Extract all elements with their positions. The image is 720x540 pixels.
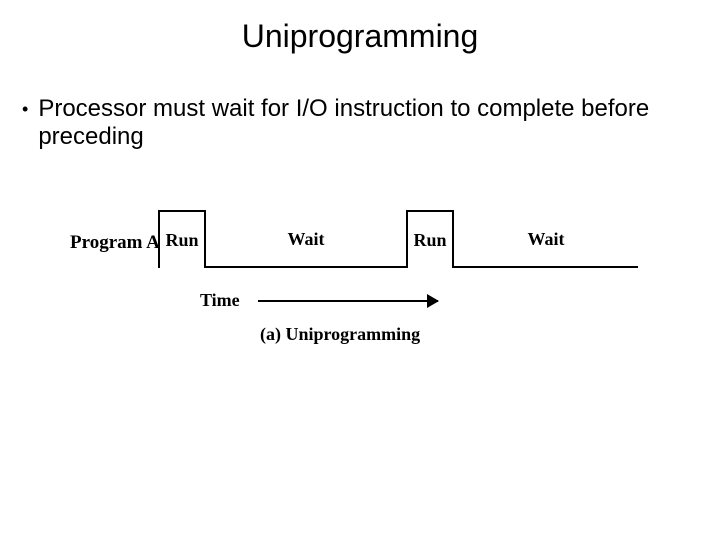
run-segment: Run	[158, 210, 206, 268]
run-segment: Run	[406, 210, 454, 268]
bullet-text: Processor must wait for I/O instruction …	[38, 95, 690, 151]
wait-segment: Wait	[206, 210, 406, 268]
arrow-line	[258, 300, 438, 302]
timeline: RunWaitRunWait	[158, 210, 638, 268]
bullet-list: • Processor must wait for I/O instructio…	[0, 55, 720, 151]
wait-segment: Wait	[454, 210, 638, 268]
arrow-right-icon	[427, 294, 439, 308]
bullet-dot-icon: •	[22, 95, 28, 123]
slide-title: Uniprogramming	[0, 0, 720, 55]
program-label: Program A	[70, 232, 160, 254]
bullet-item: • Processor must wait for I/O instructio…	[22, 95, 690, 151]
time-axis: Time	[200, 290, 438, 311]
time-label: Time	[200, 290, 240, 311]
diagram-caption: (a) Uniprogramming	[260, 324, 420, 345]
